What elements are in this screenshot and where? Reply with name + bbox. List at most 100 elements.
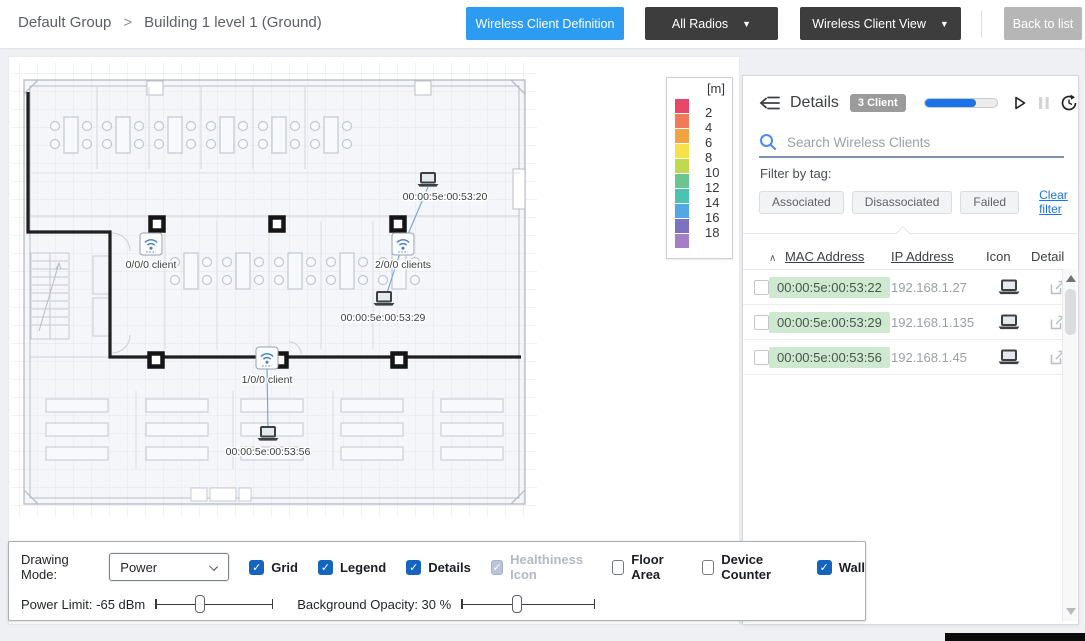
legend-tick: 14 [705,195,729,210]
filter-disassociated-button[interactable]: Disassociated [852,191,953,214]
filter-failed-button[interactable]: Failed [960,191,1019,214]
scrollbar-thumb[interactable] [1065,289,1076,335]
toolbar-divider [981,11,982,37]
divider-notch [896,226,910,240]
access-point-icon[interactable] [392,233,414,255]
chevron-down-icon: ▼ [742,19,751,29]
search-wireless-clients [759,128,1064,158]
scroll-down-icon[interactable] [1066,608,1076,615]
legend-tick: 8 [705,150,729,165]
checkbox-box[interactable] [702,560,714,575]
slider-thumb[interactable] [512,595,522,613]
drawing-mode-label: Drawing Mode: [21,552,100,582]
laptop-icon[interactable] [258,427,279,441]
legend-tick: 18 [705,225,729,240]
checkbox-box[interactable] [318,560,333,575]
slider-thumb[interactable] [195,595,205,613]
power-limit-slider[interactable] [155,594,273,614]
table-row[interactable]: 00:00:5e:00:53:56 192.168.1.45 [743,340,1063,375]
all-radios-label: All Radios [672,17,728,31]
background-opacity-slider[interactable] [461,594,595,614]
wall-marker [151,218,164,231]
breadcrumb-group[interactable]: Default Group [18,14,111,31]
row-checkbox[interactable] [754,350,769,365]
checkbox-label: Floor Area [631,552,682,582]
access-point-icon[interactable] [256,347,278,369]
checkbox-label: Wall [839,560,865,575]
checkbox-details[interactable]: Details [406,560,471,575]
refresh-progress-bar [924,98,998,108]
breadcrumb-page: Building 1 level 1 (Ground) [144,14,322,31]
legend-swatch [675,114,689,128]
legend-swatch [675,204,689,218]
search-input[interactable] [787,135,1037,150]
wireless-client-view-dropdown[interactable]: Wireless Client View ▼ [800,7,961,40]
ip-address-cell: 192.168.1.27 [891,280,986,295]
drawing-mode-select[interactable]: Power [109,553,229,581]
wireless-client-definition-button[interactable]: Wireless Client Definition [466,7,624,40]
legend-tick: 10 [705,165,729,180]
laptop-icon [998,314,1020,330]
checkbox-healthiness-icon: Healthiness Icon [491,552,592,582]
all-radios-dropdown[interactable]: All Radios ▼ [645,7,778,40]
refresh-icon[interactable] [1060,94,1078,112]
clear-filter-link[interactable]: Clear filter [1039,188,1078,216]
column-mac-address[interactable]: MAC Address [785,249,864,264]
column-icon: Icon [986,249,1031,264]
table-row[interactable]: 00:00:5e:00:53:22 192.168.1.27 [743,270,1063,305]
drawing-toolbar: Drawing Mode: Power Grid Legend Details [8,541,866,621]
filter-row: Associated Disassociated Failed Clear fi… [759,188,1078,216]
checkbox-box[interactable] [249,560,264,575]
table-row[interactable]: 00:00:5e:00:53:29 192.168.1.135 [743,305,1063,340]
checkbox-legend[interactable]: Legend [318,560,386,575]
legend-swatch [675,234,689,248]
filter-associated-button[interactable]: Associated [759,191,844,214]
access-point-icon[interactable] [140,233,162,255]
floorplan-canvas[interactable]: 0/0/0 client 2/0/0 clients 1/0/0 client … [8,56,740,625]
checkbox-device-counter[interactable]: Device Counter [702,552,797,582]
checkbox-box[interactable] [612,560,624,575]
checkbox-box[interactable] [406,560,421,575]
scroll-up-icon[interactable] [1066,275,1076,282]
legend-swatch [675,189,689,203]
progress-fill [925,99,977,107]
checkbox-wall[interactable]: Wall [817,560,865,575]
client-mac-label: 00:00:5e:00:53:29 [341,312,426,324]
column-ip-address[interactable]: IP Address [891,249,954,264]
laptop-icon [998,349,1020,365]
wall-marker [392,218,405,231]
pause-icon[interactable] [1038,96,1050,110]
chevron-down-icon: ▼ [940,19,949,29]
legend-swatch [675,144,689,158]
breadcrumb: Default Group > Building 1 level 1 (Ground… [18,14,322,31]
ap-label: 2/0/0 clients [375,259,431,271]
legend-tick: 12 [705,180,729,195]
slider-track [461,604,595,606]
panel-scrollbar[interactable] [1062,269,1077,621]
legend-swatch [675,174,689,188]
client-mac-label: 00:00:5e:00:53:20 [403,191,488,203]
search-icon [759,133,777,151]
wall-marker [150,354,163,367]
row-checkbox[interactable] [754,315,769,330]
back-to-list-button[interactable]: Back to list [1004,7,1082,40]
details-header: Details 3 Client [759,91,1078,115]
breadcrumb-separator: > [123,14,132,31]
play-icon[interactable] [1012,95,1028,111]
laptop-icon [998,279,1020,295]
checkbox-label: Healthiness Icon [510,552,592,582]
checkbox-floor-area[interactable]: Floor Area [612,552,682,582]
mac-address-cell: 00:00:5e:00:53:56 [769,347,890,368]
collapse-panel-icon[interactable] [759,93,781,113]
wall-marker [393,354,406,367]
row-checkbox[interactable] [754,280,769,295]
laptop-icon[interactable] [374,292,395,306]
client-mac-label: 00:00:5e:00:53:56 [226,446,311,458]
wireless-client-view-label: Wireless Client View [812,17,926,31]
checkbox-box[interactable] [817,560,832,575]
checkbox-grid[interactable]: Grid [249,560,298,575]
legend-swatch [675,129,689,143]
sort-asc-icon[interactable]: ∧ [769,253,776,264]
legend-swatch [675,219,689,233]
laptop-icon[interactable] [418,173,439,187]
